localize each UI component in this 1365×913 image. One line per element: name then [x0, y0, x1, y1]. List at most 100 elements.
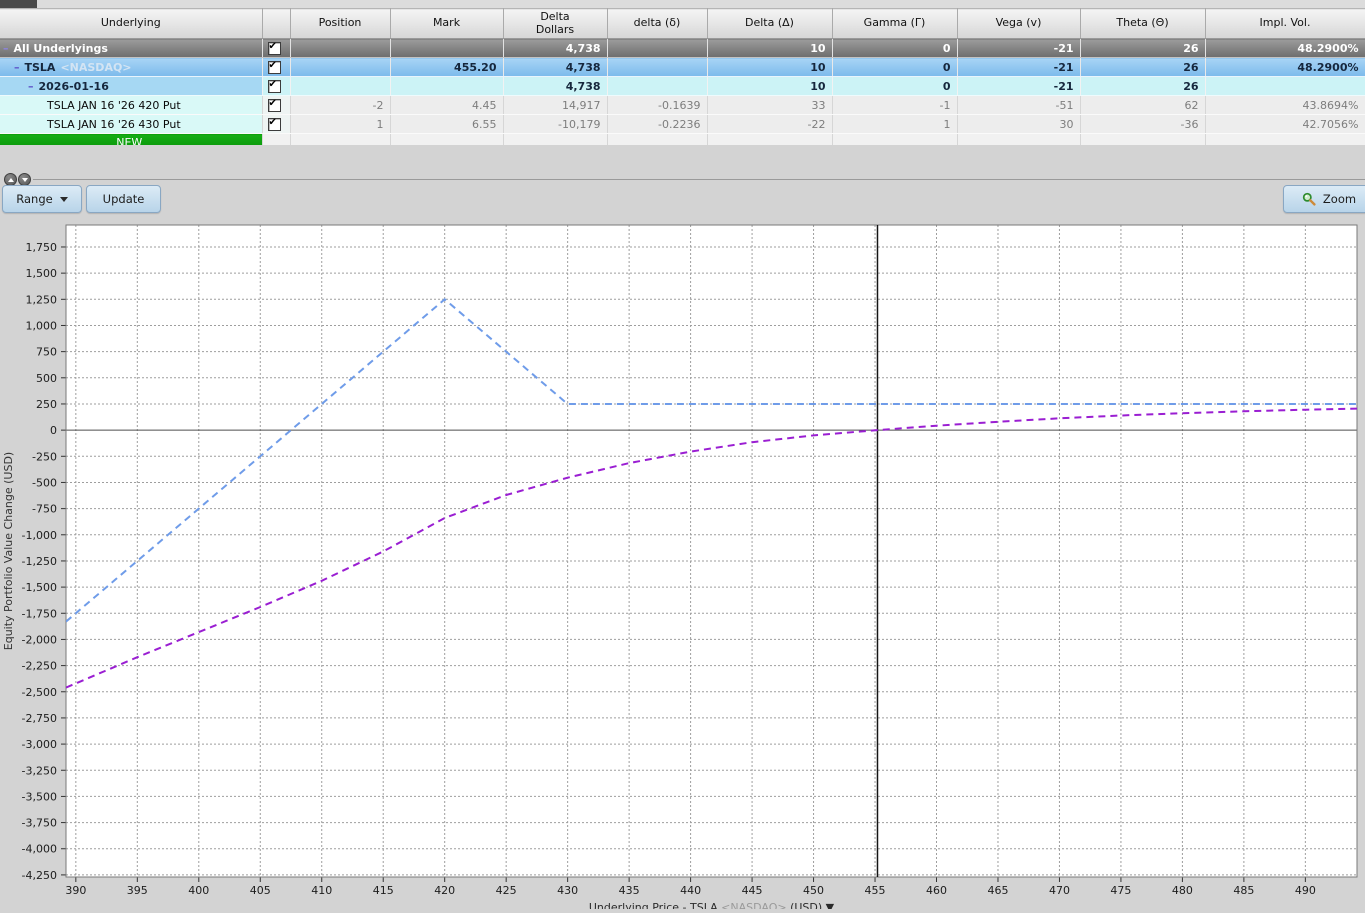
value-cell — [390, 38, 504, 58]
svg-text:1,000: 1,000 — [26, 319, 58, 332]
value-cell: -1 — [832, 95, 958, 115]
svg-text:-500: -500 — [32, 476, 57, 489]
x-axis-title-dropdown[interactable]: Underlying Price - TSLA <NASDAQ> (USD) ▼ — [589, 901, 835, 913]
collapse-toggle-icon[interactable]: – — [14, 61, 20, 74]
svg-text:455: 455 — [865, 884, 886, 897]
table-row-tsla-jan-16-26-420-put[interactable]: TSLA JAN 16 '26 420 Put -24.4514,917-0.16… — [0, 95, 1365, 115]
svg-text:440: 440 — [680, 884, 701, 897]
y-axis-title: Equity Portfolio Value Change (USD) — [2, 452, 15, 650]
value-cell: 1 — [290, 114, 391, 134]
zoom-button[interactable]: Zoom — [1283, 185, 1365, 213]
value-cell: 10 — [707, 57, 833, 77]
column-header-underlying[interactable]: Underlying — [0, 8, 263, 39]
table-row-tsla[interactable]: –TSLA <NASDAQ> 455.204,738 100-212648.2900% — [0, 57, 1365, 77]
value-cell: 48.2900% — [1205, 38, 1365, 58]
pl-chart: 1,750 1,500 1,250 1,000 750 500 250 0 -250 -500 -7… — [2, 224, 1358, 913]
svg-text:425: 425 — [496, 884, 517, 897]
row-checkbox[interactable] — [267, 41, 281, 55]
collapse-toggle-icon[interactable]: – — [28, 80, 34, 93]
svg-text:-4,250: -4,250 — [22, 869, 57, 882]
value-cell — [607, 57, 708, 77]
value-cell: 6.55 — [390, 114, 504, 134]
range-button[interactable]: Range — [2, 185, 82, 213]
value-cell: 4.45 — [390, 95, 504, 115]
svg-text:-250: -250 — [32, 450, 57, 463]
pane-splitter[interactable] — [33, 179, 1365, 180]
svg-text:470: 470 — [1049, 884, 1070, 897]
column-header-checkbox[interactable] — [262, 8, 291, 39]
column-header-theta-[interactable]: Theta (Θ) — [1080, 8, 1206, 39]
row-label: TSLA JAN 16 '26 420 Put — [47, 98, 181, 112]
value-cell: -10,179 — [503, 114, 608, 134]
svg-text:475: 475 — [1110, 884, 1131, 897]
column-header-position[interactable]: Position — [290, 8, 391, 39]
table-row-2026-01-16[interactable]: –2026-01-16 4,738 100-2126 — [0, 76, 1365, 96]
value-cell: 10 — [707, 38, 833, 58]
underlying-cell: TSLA JAN 16 '26 430 Put — [0, 114, 263, 134]
svg-text:-3,000: -3,000 — [22, 738, 57, 751]
underlying-cell: – TSLA <NASDAQ> — [0, 57, 263, 77]
value-cell: 62 — [1080, 95, 1206, 115]
svg-text:400: 400 — [188, 884, 209, 897]
svg-text:420: 420 — [434, 884, 455, 897]
svg-text:405: 405 — [250, 884, 271, 897]
row-checkbox[interactable] — [267, 79, 281, 93]
table-row-all-underlyings[interactable]: –All Underlyings 4,738 100-212648.2900% — [0, 38, 1365, 58]
column-header-delta-[interactable]: Delta (Δ) — [707, 8, 833, 39]
svg-text:410: 410 — [311, 884, 332, 897]
column-header-gamma-[interactable]: Gamma (Γ) — [832, 8, 958, 39]
value-cell: 43.8694% — [1205, 95, 1365, 115]
collapse-toggle-icon[interactable]: – — [3, 42, 9, 55]
table-row-tsla-jan-16-26-430-put[interactable]: TSLA JAN 16 '26 430 Put16.55-10,179-0.22… — [0, 114, 1365, 134]
zoom-button-label: Zoom — [1322, 192, 1357, 206]
chevron-down-icon — [59, 196, 68, 202]
checkbox-cell — [262, 38, 291, 58]
value-cell: 1 — [832, 114, 958, 134]
options-analysis-window: Underlying Position Mark Delta Dollars delta… — [0, 0, 1365, 913]
range-button-label: Range — [16, 192, 53, 206]
value-cell — [607, 76, 708, 96]
underlying-cell: TSLA JAN 16 '26 420 Put — [0, 95, 263, 115]
svg-text:500: 500 — [36, 372, 57, 385]
value-cell — [607, 38, 708, 58]
svg-text:-750: -750 — [32, 503, 57, 516]
svg-text:460: 460 — [926, 884, 947, 897]
value-cell: 4,738 — [503, 76, 608, 96]
update-button-label: Update — [102, 192, 145, 206]
value-cell — [1205, 76, 1365, 96]
value-cell: 42.7056% — [1205, 114, 1365, 134]
svg-text:250: 250 — [36, 398, 57, 411]
svg-text:-3,500: -3,500 — [22, 790, 57, 803]
update-button[interactable]: Update — [86, 185, 161, 213]
svg-text:435: 435 — [619, 884, 640, 897]
column-header-impl-vol-[interactable]: Impl. Vol. — [1205, 8, 1365, 39]
svg-text:-1,750: -1,750 — [22, 607, 57, 620]
svg-text:485: 485 — [1233, 884, 1254, 897]
row-checkbox[interactable] — [267, 117, 281, 131]
checkbox-cell — [262, 114, 291, 134]
svg-text:1,250: 1,250 — [26, 293, 58, 306]
row-checkbox[interactable] — [267, 60, 281, 74]
svg-text:395: 395 — [127, 884, 148, 897]
value-cell: 4,738 — [503, 57, 608, 77]
value-cell: -2 — [290, 95, 391, 115]
column-header-delta-dollars[interactable]: Delta Dollars — [503, 8, 608, 39]
svg-text:390: 390 — [65, 884, 86, 897]
column-header-mark[interactable]: Mark — [390, 8, 504, 39]
svg-text:490: 490 — [1295, 884, 1316, 897]
column-header-vega-v-[interactable]: Vega (v) — [957, 8, 1081, 39]
svg-text:430: 430 — [557, 884, 578, 897]
row-label: TSLA — [24, 60, 56, 74]
svg-text:-1,000: -1,000 — [22, 529, 57, 542]
svg-text:-2,500: -2,500 — [22, 686, 57, 699]
row-checkbox[interactable] — [267, 98, 281, 112]
svg-text:1,750: 1,750 — [26, 241, 58, 254]
checkbox-cell — [262, 76, 291, 96]
checkbox-cell — [262, 95, 291, 115]
checkbox-cell — [262, 57, 291, 77]
svg-text:450: 450 — [803, 884, 824, 897]
column-header-delta-[interactable]: delta (δ) — [607, 8, 708, 39]
value-cell: 10 — [707, 76, 833, 96]
value-cell: -21 — [957, 38, 1081, 58]
value-cell: -22 — [707, 114, 833, 134]
